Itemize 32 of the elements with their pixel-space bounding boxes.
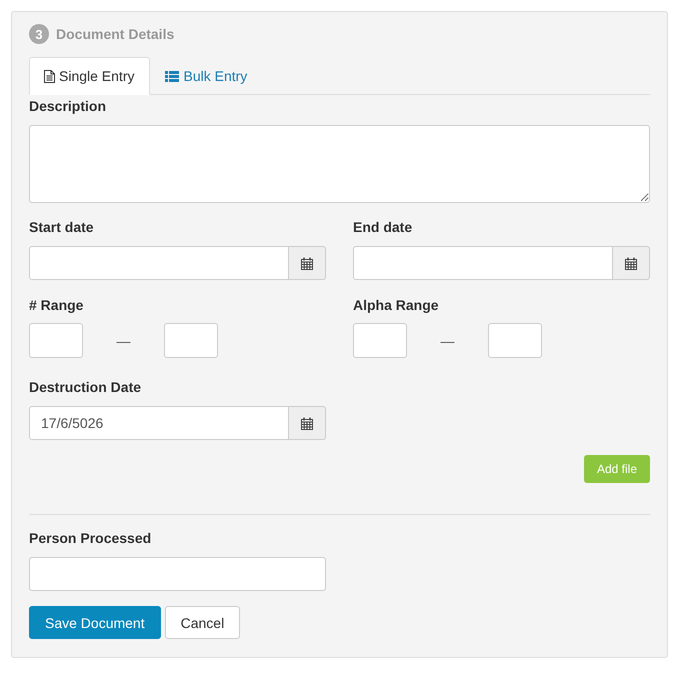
range-separator: — bbox=[116, 332, 132, 348]
calendar-button[interactable] bbox=[289, 246, 326, 280]
field-label: # Range bbox=[29, 296, 84, 315]
field-label: Description bbox=[29, 97, 108, 116]
range-start-field[interactable] bbox=[353, 323, 407, 358]
description-field[interactable] bbox=[29, 125, 650, 203]
list-icon bbox=[165, 70, 180, 82]
field-label: Start date bbox=[29, 218, 95, 237]
range-end-field[interactable] bbox=[488, 323, 542, 358]
cancel-button[interactable]: Cancel bbox=[164, 606, 240, 639]
field-label: End date bbox=[353, 218, 414, 237]
calendar-icon bbox=[301, 256, 313, 270]
date-field[interactable]: 17/6/5026 bbox=[29, 406, 289, 440]
date-field[interactable] bbox=[353, 246, 613, 280]
save-button[interactable]: Save Document bbox=[29, 606, 161, 639]
date-field[interactable] bbox=[29, 246, 289, 280]
step-number: 3 bbox=[29, 24, 49, 44]
range-start-field[interactable] bbox=[29, 323, 83, 358]
calendar-icon bbox=[301, 416, 313, 430]
section-title: Document Details bbox=[56, 26, 174, 42]
calendar-button[interactable] bbox=[289, 406, 326, 440]
calendar-icon bbox=[625, 256, 637, 270]
field-label: Alpha Range bbox=[353, 296, 440, 315]
tab[interactable]: Bulk Entry bbox=[150, 57, 264, 95]
field-label: Destruction Date bbox=[29, 378, 142, 397]
tab[interactable]: Single Entry bbox=[29, 57, 150, 95]
range-end-field[interactable] bbox=[164, 323, 218, 358]
field-label: Person Processed bbox=[29, 529, 152, 548]
range-separator: — bbox=[440, 332, 456, 348]
person-field[interactable] bbox=[29, 557, 326, 591]
document-icon bbox=[44, 70, 55, 82]
calendar-button[interactable] bbox=[613, 246, 650, 280]
